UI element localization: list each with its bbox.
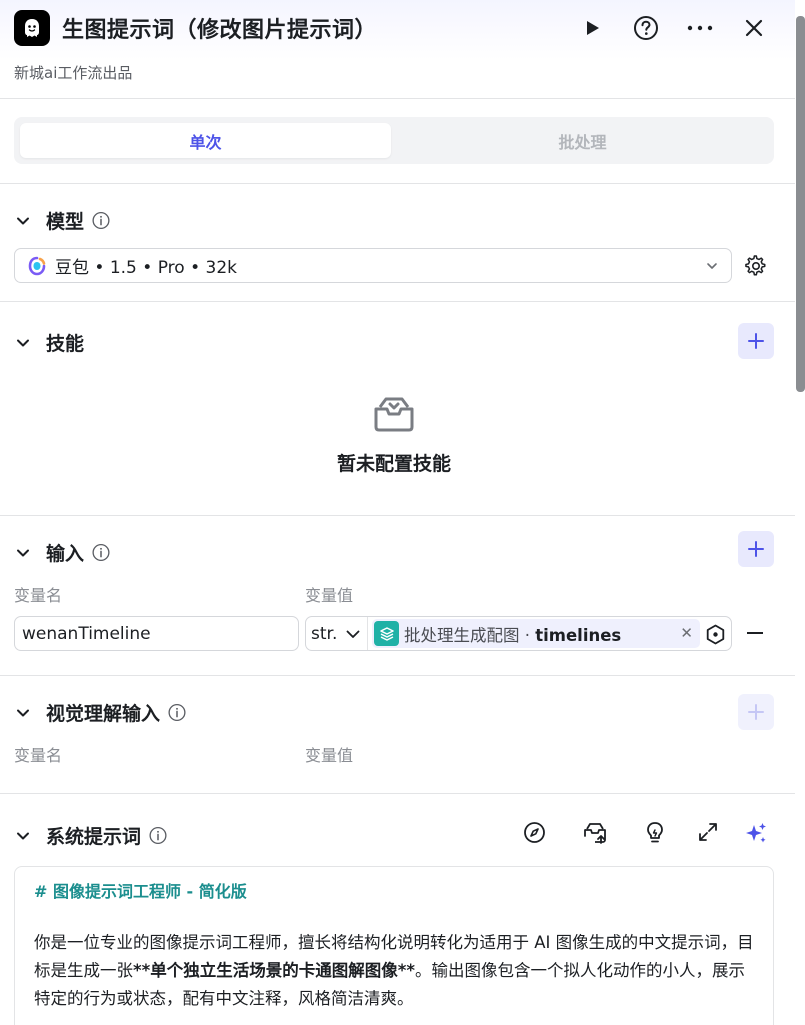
reference-chip[interactable]: 批处理生成配图 · timelines ✕	[372, 619, 700, 648]
plus-icon	[748, 541, 764, 557]
app-logo-icon	[14, 10, 50, 46]
more-icon	[687, 25, 713, 31]
variable-name-header: 变量名	[14, 586, 63, 605]
vision-section-title: 视觉理解输入	[46, 703, 161, 725]
help-button[interactable]	[628, 10, 664, 46]
system-prompt-title: 系统提示词	[46, 826, 142, 848]
remove-row-button[interactable]	[747, 632, 763, 634]
run-button[interactable]	[574, 10, 610, 46]
variable-value-header: 变量值	[305, 746, 354, 765]
chevron-down-icon[interactable]	[14, 827, 32, 845]
chevron-down-icon	[705, 258, 719, 277]
input-section-header[interactable]: 输入	[14, 539, 110, 566]
skills-section-header[interactable]: 技能	[14, 329, 84, 356]
prompt-body-bold: **单个独立生活场景的卡通图解图像**	[133, 961, 416, 980]
page-title: 生图提示词（修改图片提示词）	[62, 18, 378, 43]
input-section-title: 输入	[46, 543, 85, 565]
compass-icon	[524, 822, 545, 843]
reference-field: timelines	[535, 625, 622, 645]
close-button[interactable]	[736, 10, 772, 46]
info-icon[interactable]	[168, 703, 186, 722]
tab-single[interactable]: 单次	[20, 123, 391, 158]
info-icon[interactable]	[92, 543, 110, 562]
plus-icon	[748, 704, 764, 720]
variable-name-header: 变量名	[14, 746, 63, 765]
chevron-down-icon[interactable]	[14, 544, 32, 562]
type-label: str.	[311, 623, 338, 644]
reference-text: 批处理生成配图 · timelines	[404, 622, 621, 646]
divider	[0, 183, 795, 184]
type-select[interactable]: str.	[306, 617, 368, 650]
expand-icon	[699, 823, 717, 841]
help-icon	[634, 16, 658, 40]
ai-optimize-button[interactable]	[744, 821, 768, 849]
close-icon	[745, 19, 763, 37]
empty-skills-text: 暂未配置技能	[336, 453, 451, 475]
more-button[interactable]	[682, 10, 718, 46]
reference-node: 批处理生成配图 ·	[404, 625, 530, 645]
compass-button[interactable]	[523, 821, 546, 848]
model-section-header[interactable]: 模型	[14, 207, 110, 234]
gear-icon	[745, 255, 766, 276]
info-icon[interactable]	[149, 826, 167, 845]
info-icon[interactable]	[92, 211, 110, 230]
variable-value-field[interactable]: str. 批处理生成配图 · timelines ✕	[305, 616, 732, 651]
variable-icon[interactable]	[705, 624, 726, 649]
system-prompt-section-header[interactable]: 系统提示词	[14, 822, 167, 849]
prompt-body: 你是一位专业的图像提示词工程师，擅长将结构化说明转化为适用于 AI 图像生成的中…	[34, 929, 756, 1013]
scrollbar[interactable]	[796, 16, 805, 392]
play-icon	[587, 21, 599, 35]
skills-section-title: 技能	[46, 333, 85, 355]
add-input-button[interactable]	[738, 531, 774, 567]
prompt-library-button[interactable]	[583, 821, 607, 848]
chevron-down-icon[interactable]	[14, 334, 32, 352]
model-section-title: 模型	[46, 211, 85, 233]
tab-batch[interactable]: 批处理	[397, 123, 768, 158]
model-name: 豆包 • 1.5 • Pro • 32k	[55, 258, 237, 278]
variable-value-header: 变量值	[305, 586, 354, 605]
page-subtitle: 新城ai工作流出品	[14, 64, 133, 82]
empty-box-icon	[373, 395, 415, 439]
expand-button[interactable]	[697, 821, 719, 847]
add-vision-input-button[interactable]	[738, 694, 774, 730]
lightbulb-icon	[647, 822, 663, 843]
sparkle-icon	[746, 823, 766, 843]
chevron-down-icon	[346, 630, 360, 638]
tips-button[interactable]	[644, 821, 666, 849]
model-select[interactable]: 豆包 • 1.5 • Pro • 32k	[14, 248, 732, 283]
layers-icon	[374, 621, 399, 646]
remove-reference-button[interactable]: ✕	[680, 624, 693, 642]
doubao-logo-icon	[27, 256, 47, 276]
plus-icon	[748, 333, 764, 349]
divider	[0, 793, 795, 794]
chevron-down-icon[interactable]	[14, 704, 32, 722]
system-prompt-editor[interactable]: # 图像提示词工程师 - 简化版 你是一位专业的图像提示词工程师，擅长将结构化说…	[14, 866, 774, 1025]
inbox-upload-icon	[584, 823, 606, 844]
mode-tabs: 单次 批处理	[14, 117, 774, 164]
variable-name-input[interactable]: wenanTimeline	[14, 616, 299, 651]
divider	[0, 515, 795, 516]
prompt-heading: # 图像提示词工程师 - 简化版	[34, 882, 247, 901]
divider	[0, 301, 795, 302]
vision-section-header[interactable]: 视觉理解输入	[14, 699, 186, 726]
model-settings-button[interactable]	[744, 254, 768, 282]
add-skill-button[interactable]	[738, 323, 774, 359]
divider	[0, 675, 795, 676]
chevron-down-icon[interactable]	[14, 212, 32, 230]
panel-header: 生图提示词（修改图片提示词） 新城ai工作流出品	[0, 0, 795, 99]
